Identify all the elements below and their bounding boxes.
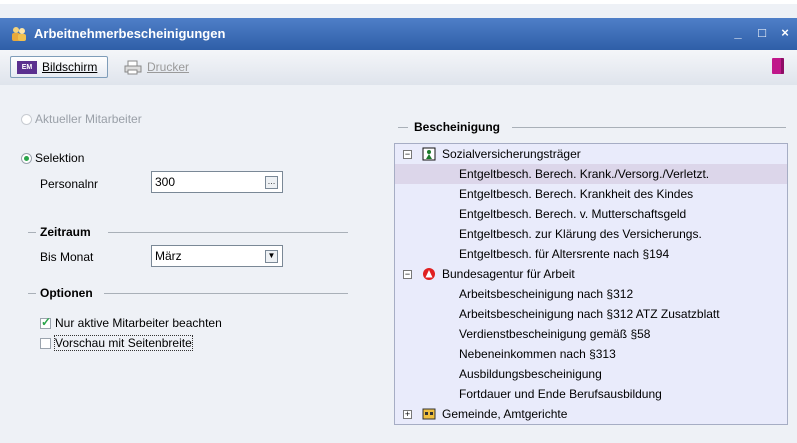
group-line xyxy=(104,293,348,294)
tree-item[interactable]: Entgeltbesch. Berech. Krankheit des Kind… xyxy=(395,184,787,204)
employment-agency-icon xyxy=(423,268,435,280)
title-bar[interactable]: Arbeitnehmerbescheinigungen _ □ × xyxy=(0,18,797,50)
tree-item[interactable]: Entgeltbesch. zur Klärung des Versicheru… xyxy=(395,224,787,244)
certificate-group-title: Bescheinigung xyxy=(414,120,501,134)
selection-label: Selektion xyxy=(35,151,85,165)
window-title: Arbeitnehmerbescheinigungen xyxy=(34,26,226,41)
radio-circle xyxy=(21,152,32,164)
certificate-tree[interactable]: − Sozialversicherungsträger Entgeltbesch… xyxy=(394,143,788,425)
application-window: Arbeitnehmerbescheinigungen _ □ × EM Bil… xyxy=(0,4,797,443)
tree-group-social-insurance[interactable]: − Sozialversicherungsträger xyxy=(395,144,787,164)
preview-checkbox[interactable]: Vorschau mit Seitenbreite xyxy=(40,335,193,351)
tree-item[interactable]: Nebeneinkommen nach §313 xyxy=(395,344,787,364)
print-button-label: Drucker xyxy=(147,60,190,74)
tree-item[interactable]: Entgeltbesch. Berech. Krank./Versorg./Ve… xyxy=(395,164,787,184)
active-only-label: Nur aktive Mitarbeiter beachten xyxy=(55,316,222,330)
maximize-button[interactable]: □ xyxy=(754,24,770,42)
group-line xyxy=(512,127,786,128)
group-line xyxy=(108,232,348,233)
tree-group-municipality[interactable]: + Gemeinde, Amtgerichte xyxy=(395,404,787,424)
personnel-label: Personalnr xyxy=(40,177,99,191)
tree-item-label: Nebeneinkommen nach §313 xyxy=(459,347,616,361)
minimize-button[interactable]: _ xyxy=(730,24,746,42)
group-line xyxy=(28,293,36,294)
print-button[interactable]: Drucker xyxy=(118,56,208,78)
tree-item-label: Fortdauer und Ende Berufsausbildung xyxy=(459,387,662,401)
book-icon[interactable] xyxy=(772,58,784,74)
tree-item-label: Verdienstbescheinigung gemäß §58 xyxy=(459,327,651,341)
tree-item[interactable]: Arbeitsbescheinigung nach §312 ATZ Zusat… xyxy=(395,304,787,324)
radio-circle xyxy=(21,113,32,125)
tree-item-label: Arbeitsbescheinigung nach §312 xyxy=(459,287,634,301)
month-select[interactable]: März xyxy=(151,245,283,267)
tree-group-employment-agency[interactable]: − Bundesagentur für Arbeit xyxy=(395,264,787,284)
tree-item[interactable]: Entgeltbesch. Berech. v. Mutterschaftsge… xyxy=(395,204,787,224)
collapse-icon[interactable]: − xyxy=(403,270,412,279)
checkbox-box xyxy=(40,315,51,329)
selection-radio[interactable]: Selektion xyxy=(21,151,84,165)
lookup-button[interactable]: … xyxy=(265,176,278,189)
tree-group-label: Gemeinde, Amtgerichte xyxy=(442,407,568,421)
expand-icon[interactable]: + xyxy=(403,410,412,419)
screen-icon: EM xyxy=(17,60,37,74)
collapse-icon[interactable]: − xyxy=(403,150,412,159)
screen-button-label: Bildschirm xyxy=(42,60,98,74)
month-label: Bis Monat xyxy=(40,250,94,264)
printer-icon xyxy=(124,60,142,74)
tree-item[interactable]: Verdienstbescheinigung gemäß §58 xyxy=(395,324,787,344)
tree-item[interactable]: Fortdauer und Ende Berufsausbildung xyxy=(395,384,787,404)
tree-item[interactable]: Arbeitsbescheinigung nach §312 xyxy=(395,284,787,304)
tree-item-label: Entgeltbesch. Berech. Krank./Versorg./Ve… xyxy=(459,167,710,181)
toolbar: EM Bildschirm Drucker xyxy=(0,50,797,86)
tree-item-label: Entgeltbesch. zur Klärung des Versicheru… xyxy=(459,227,702,241)
tree-item-label: Entgeltbesch. Berech. v. Mutterschaftsge… xyxy=(459,207,687,221)
current-employee-label: Aktueller Mitarbeiter xyxy=(35,112,142,126)
tree-group-label: Sozialversicherungsträger xyxy=(442,147,581,161)
tree-item[interactable]: Entgeltbesch. für Altersrente nach §194 xyxy=(395,244,787,264)
checkbox-box xyxy=(40,337,51,349)
chevron-down-icon: ▼ xyxy=(267,251,276,260)
screen-button[interactable]: EM Bildschirm xyxy=(10,56,108,78)
current-employee-radio[interactable]: Aktueller Mitarbeiter xyxy=(21,112,142,126)
close-button[interactable]: × xyxy=(777,24,793,42)
group-line xyxy=(398,127,408,128)
active-only-checkbox[interactable]: Nur aktive Mitarbeiter beachten xyxy=(40,315,222,330)
month-value: März xyxy=(155,249,182,263)
tree-item[interactable]: Ausbildungsbescheinigung xyxy=(395,364,787,384)
preview-label: Vorschau mit Seitenbreite xyxy=(54,335,193,351)
tree-group-label: Bundesagentur für Arbeit xyxy=(442,267,575,281)
month-dropdown-button[interactable]: ▼ xyxy=(265,250,278,263)
tree-item-label: Entgeltbesch. Berech. Krankheit des Kind… xyxy=(459,187,694,201)
social-insurance-icon xyxy=(422,147,436,161)
municipality-icon xyxy=(422,408,436,420)
ellipsis-icon: … xyxy=(267,177,276,186)
people-icon xyxy=(12,27,26,41)
tree-item-label: Entgeltbesch. für Altersrente nach §194 xyxy=(459,247,670,261)
group-line xyxy=(28,232,36,233)
tree-item-label: Arbeitsbescheinigung nach §312 ATZ Zusat… xyxy=(459,307,720,321)
tree-item-label: Ausbildungsbescheinigung xyxy=(459,367,602,381)
personnel-value: 300 xyxy=(155,175,176,189)
personnel-input[interactable]: 300 xyxy=(151,171,283,193)
options-group-title: Optionen xyxy=(40,286,93,300)
period-group-title: Zeitraum xyxy=(40,225,91,239)
